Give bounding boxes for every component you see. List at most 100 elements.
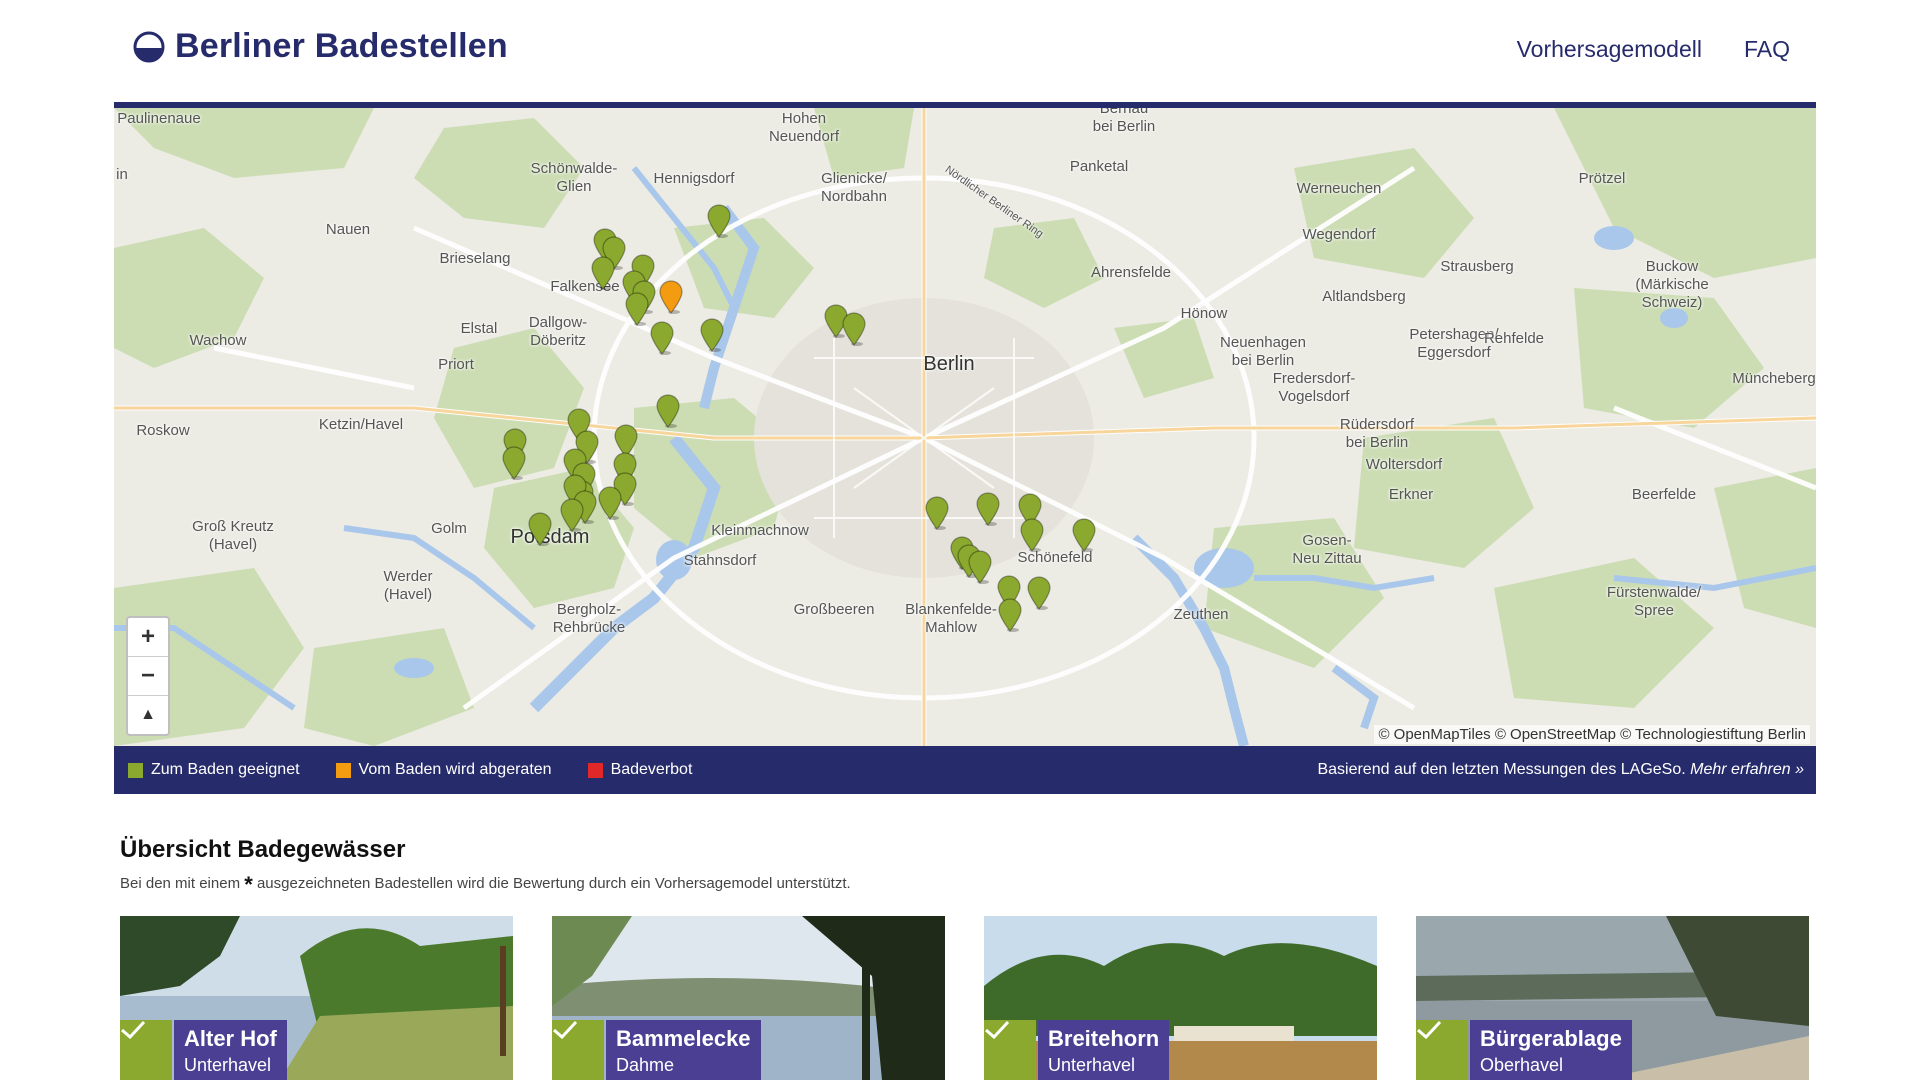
place-label: Groß Kreutz (Havel) [192, 518, 274, 553]
legend-swatch-orange [335, 762, 351, 778]
place-label: in [116, 166, 128, 183]
legend-swatch-green [128, 762, 143, 778]
map[interactable]: Paulinenaue Hohen Neuendorf Bernau bei Berli… [114, 108, 1816, 746]
map-marker-green[interactable] [1019, 518, 1045, 552]
place-label: Gosen- Neu Zittau [1292, 532, 1362, 567]
card-name: Breitehorn [1048, 1026, 1160, 1051]
card-breitehorn[interactable]: Breitehorn Unterhavel [984, 916, 1377, 1080]
legend-item-prohibited: Badeverbot [587, 761, 693, 779]
place-label: Buckow (Märkische Schweiz) [1635, 258, 1709, 311]
map-marker-green[interactable] [649, 321, 675, 355]
place-label: Fürstenwalde/Spree [1606, 584, 1702, 619]
logo[interactable]: Berliner Badestellen [133, 27, 508, 66]
map-container: Paulinenaue Hohen Neuendorf Bernau bei Berli… [114, 102, 1816, 746]
main-nav: Vorhersagemodell FAQ [1517, 36, 1790, 63]
place-label: Neuenhagen bei Berlin [1220, 334, 1306, 369]
map-marker-orange[interactable] [658, 280, 684, 314]
more-info-link[interactable]: Mehr erfahren » [1690, 761, 1804, 778]
map-marker-green[interactable] [590, 256, 616, 290]
place-label: Prötzel [1578, 170, 1626, 187]
place-label: Hohen Neuendorf [768, 110, 840, 145]
place-label: Ketzin/Havel [318, 416, 404, 433]
map-marker-green[interactable] [924, 496, 950, 530]
status-check-icon [552, 1020, 604, 1080]
place-label: Zeuthen [1173, 606, 1229, 623]
place-label: Nauen [325, 221, 371, 238]
card-name: Bammelecke [616, 1026, 751, 1051]
legend-item-advised-against: Vom Baden wird abgeraten [335, 761, 552, 779]
nav-link-vorhersagemodell[interactable]: Vorhersagemodell [1517, 36, 1702, 63]
map-marker-green[interactable] [997, 598, 1023, 632]
place-label: Wachow [189, 332, 247, 349]
map-marker-green[interactable] [655, 394, 681, 428]
overview-subtitle: Bei den mit einem * ausgezeichneten Bade… [120, 872, 851, 898]
zoom-out-button[interactable]: − [128, 657, 168, 696]
status-check-icon [120, 1020, 172, 1080]
place-label: Beerfelde [1631, 486, 1697, 503]
map-marker-green[interactable] [624, 292, 650, 326]
legend-label: Zum Baden geeignet [151, 761, 300, 778]
place-label: Erkner [1388, 486, 1434, 503]
subtitle-post: ausgezeichneten Badestellen wird die Bew… [256, 875, 851, 892]
place-label: Wegendorf [1302, 226, 1376, 243]
place-label: Woltersdorf [1365, 456, 1443, 473]
card-bammelecke[interactable]: Bammelecke Dahme [552, 916, 945, 1080]
place-label: Blankenfelde- Mahlow [905, 601, 997, 636]
card-region: Unterhavel [1048, 1055, 1136, 1075]
map-marker-green[interactable] [841, 312, 867, 346]
place-label: Berlin [923, 353, 975, 375]
place-label: Kleinmachnow [711, 522, 809, 539]
legend-label: Badeverbot [610, 761, 693, 778]
card-region: Dahme [616, 1055, 675, 1075]
card-region: Oberhavel [1480, 1055, 1564, 1075]
map-marker-green[interactable] [706, 204, 732, 238]
card-buergerablage[interactable]: Bürgerablage Oberhavel [1416, 916, 1809, 1080]
map-marker-green[interactable] [1026, 576, 1052, 610]
legend-note: Basierend auf den letzten Messungen des … [1317, 761, 1804, 779]
place-label: Stahnsdorf [683, 552, 757, 569]
place-label: Priort [438, 356, 474, 373]
map-legend: Zum Baden geeignet Vom Baden wird abgera… [114, 746, 1816, 794]
zoom-in-button[interactable]: + [128, 618, 168, 657]
reset-north-button[interactable]: ▲ [128, 696, 168, 734]
place-label: Golm [431, 520, 467, 537]
card-label: Bürgerablage Oberhavel [1470, 1020, 1632, 1080]
place-label: Werneuchen [1296, 180, 1382, 197]
place-label: Brieselang [439, 250, 511, 267]
card-alter-hof[interactable]: Alter Hof Unterhavel [120, 916, 513, 1080]
map-marker-green[interactable] [597, 486, 623, 520]
status-check-icon [1416, 1020, 1468, 1080]
map-marker-green[interactable] [967, 550, 993, 584]
place-label: Paulinenaue [117, 110, 201, 127]
card-label: Breitehorn Unterhavel [1038, 1020, 1170, 1080]
place-label: Strausberg [1440, 258, 1514, 275]
map-marker-green[interactable] [559, 498, 585, 532]
nav-link-faq[interactable]: FAQ [1744, 36, 1790, 63]
place-label: Müncheberg [1732, 370, 1816, 387]
header: Berliner Badestellen Vorhersagemodell FA… [0, 0, 1920, 100]
subtitle-pre: Bei den mit einem [120, 875, 241, 892]
map-marker-green[interactable] [975, 492, 1001, 526]
place-label: Hönow [1180, 305, 1228, 322]
legend-item-suitable: Zum Baden geeignet [128, 761, 300, 779]
legend-swatch-red [587, 762, 603, 778]
place-label: Bernau bei Berlin [1092, 108, 1156, 135]
map-attribution[interactable]: © OpenMapTiles © OpenStreetMap © Technol… [1374, 725, 1810, 744]
place-label: Panketal [1069, 158, 1129, 175]
place-label: Werder (Havel) [383, 568, 433, 603]
map-marker-green[interactable] [527, 512, 553, 546]
place-label: Rüdersdorf bei Berlin [1339, 416, 1415, 451]
star-icon: * [244, 872, 253, 897]
map-marker-green[interactable] [1071, 518, 1097, 552]
overview-title: Übersicht Badegewässer [120, 836, 406, 863]
legend-note-text: Basierend auf den letzten Messungen des … [1317, 761, 1686, 778]
place-label: Glienicke/Nordbahn [821, 170, 887, 205]
place-label: Ahrensfelde [1090, 264, 1172, 281]
legend-label: Vom Baden wird abgeraten [358, 761, 552, 778]
map-marker-green[interactable] [501, 446, 527, 480]
status-check-icon [984, 1020, 1036, 1080]
place-label: Großbeeren [793, 601, 875, 618]
card-label: Bammelecke Dahme [606, 1020, 761, 1080]
map-marker-green[interactable] [699, 318, 725, 352]
place-label: Altlandsberg [1322, 288, 1406, 305]
